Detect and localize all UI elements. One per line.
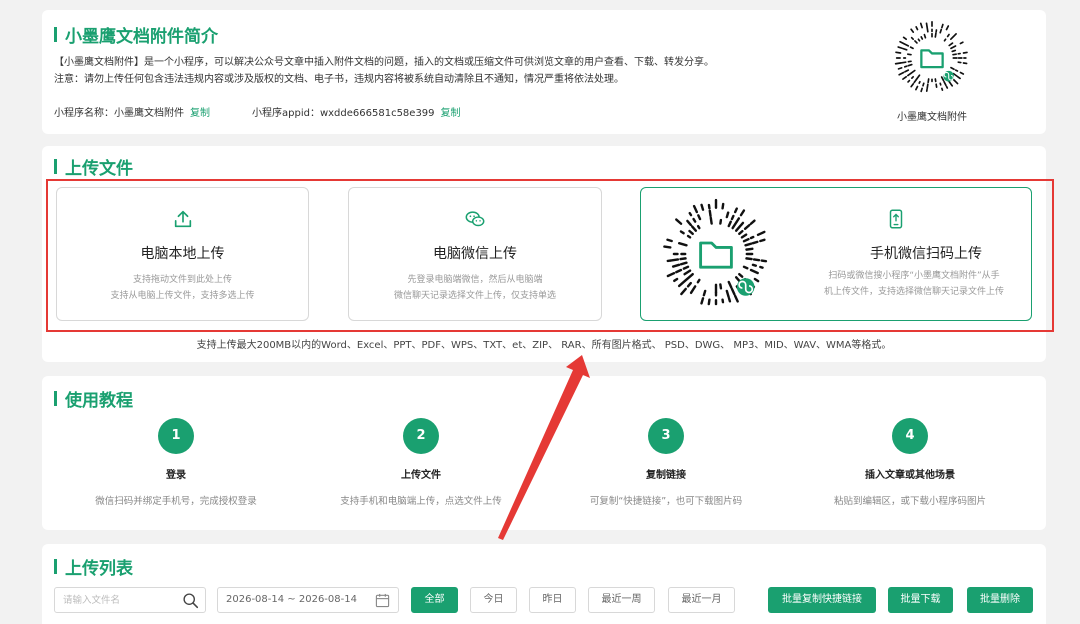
intro-title-text: 小墨鹰文档附件简介: [65, 27, 218, 47]
step-title: 上传文件: [401, 470, 441, 481]
copy-appid-link[interactable]: 复制: [441, 108, 461, 119]
name-value: 小墨鹰文档附件: [114, 108, 184, 119]
intro-notice-line: 注意：请勿上传任何包含违法违规内容或涉及版权的文档、电子书，违规内容将被系统自动…: [54, 74, 624, 85]
tutorial-step: 3 复制链接 可复制“快捷链接”，也可下载图片码: [556, 418, 776, 507]
step-number-badge: 4: [892, 418, 928, 454]
tutorial-step: 1 登录 微信扫码并绑定手机号，完成授权登录: [66, 418, 286, 507]
batch-delete-button[interactable]: 批量删除: [967, 587, 1033, 613]
intro-meta: 小程序名称：小墨鹰文档附件 复制 小程序appid：wxdde666581c58e…: [54, 104, 503, 119]
filename-search-input[interactable]: [55, 588, 175, 613]
filter-last-month-button[interactable]: 最近一月: [668, 587, 735, 613]
step-title: 复制链接: [646, 470, 686, 481]
search-box: [54, 587, 206, 613]
filter-last-week-button[interactable]: 最近一周: [588, 587, 655, 613]
title-bar: [54, 391, 57, 406]
miniprogram-name: 小程序名称：小墨鹰文档附件 复制: [54, 104, 210, 119]
appid-value: wxdde666581c58e399: [319, 108, 435, 119]
miniprogram-appid: 小程序appid：wxdde666581c58e399 复制: [252, 104, 461, 119]
intro-title: 小墨鹰文档附件简介: [54, 22, 218, 47]
filter-all-button[interactable]: 全部: [411, 587, 458, 613]
step-desc: 支持手机和电脑端上传，点选文件上传: [340, 496, 502, 507]
supported-formats-text: 支持上传最大200MB以内的Word、Excel、PPT、PDF、WPS、TXT…: [196, 340, 892, 351]
date-range-value: 2026-08-14 ~ 2026-08-14: [226, 594, 357, 605]
qr-caption: 小墨鹰文档附件: [897, 112, 967, 123]
upload-list-card: 上传列表 2026-08-14 ~ 2026-08-14 全部 今日 昨日 最近…: [42, 544, 1046, 624]
tutorial-title-text: 使用教程: [65, 391, 133, 411]
step-desc: 粘贴到编辑区，或下载小程序码图片: [833, 496, 986, 507]
step-number-badge: 2: [403, 418, 439, 454]
upload-list-title-text: 上传列表: [65, 559, 133, 579]
name-label: 小程序名称：: [54, 108, 114, 119]
filter-today-button[interactable]: 今日: [470, 587, 517, 613]
step-desc: 微信扫码并绑定手机号，完成授权登录: [95, 496, 257, 507]
upload-title-text: 上传文件: [65, 159, 133, 179]
copy-name-link[interactable]: 复制: [190, 108, 210, 119]
miniprogram-qr-code: [894, 20, 968, 93]
step-number-badge: 3: [648, 418, 684, 454]
filter-yesterday-button[interactable]: 昨日: [529, 587, 576, 613]
step-title: 登录: [166, 470, 186, 481]
appid-label: 小程序appid：: [252, 108, 320, 119]
title-bar: [54, 559, 57, 574]
title-bar: [54, 27, 57, 42]
batch-copy-links-button[interactable]: 批量复制快捷链接: [768, 587, 876, 613]
step-desc: 可复制“快捷链接”，也可下载图片码: [589, 496, 743, 507]
upload-list-title: 上传列表: [54, 554, 133, 579]
calendar-icon: [375, 593, 390, 608]
date-range-picker[interactable]: 2026-08-14 ~ 2026-08-14: [217, 587, 399, 613]
intro-card: 小墨鹰文档附件简介 【小墨鹰文档附件】是一个小程序，可以解决公众号文章中插入附件…: [42, 10, 1046, 134]
intro-description: 【小墨鹰文档附件】是一个小程序，可以解决公众号文章中插入附件文档的问题，插入的文…: [54, 54, 834, 88]
title-bar: [54, 159, 57, 174]
search-icon[interactable]: [182, 592, 199, 609]
step-number-badge: 1: [158, 418, 194, 454]
tutorial-step: 4 插入文章或其他场景 粘贴到编辑区，或下载小程序码图片: [800, 418, 1020, 507]
intro-desc-line: 【小墨鹰文档附件】是一个小程序，可以解决公众号文章中插入附件文档的问题，插入的文…: [54, 57, 714, 68]
upload-card: 上传文件 电脑本地上传 支持拖动文件到此处上传 支持从电脑上传文件，支持多选上传…: [42, 146, 1054, 362]
tutorial-step: 2 上传文件 支持手机和电脑端上传，点选文件上传: [311, 418, 531, 507]
tutorial-title: 使用教程: [54, 386, 133, 411]
batch-download-button[interactable]: 批量下载: [888, 587, 953, 613]
tutorial-card: 使用教程 1 登录 微信扫码并绑定手机号，完成授权登录 2 上传文件 支持手机和…: [42, 376, 1046, 530]
highlight-frame: [46, 179, 1054, 332]
upload-title: 上传文件: [54, 154, 133, 179]
step-title: 插入文章或其他场景: [865, 470, 955, 481]
